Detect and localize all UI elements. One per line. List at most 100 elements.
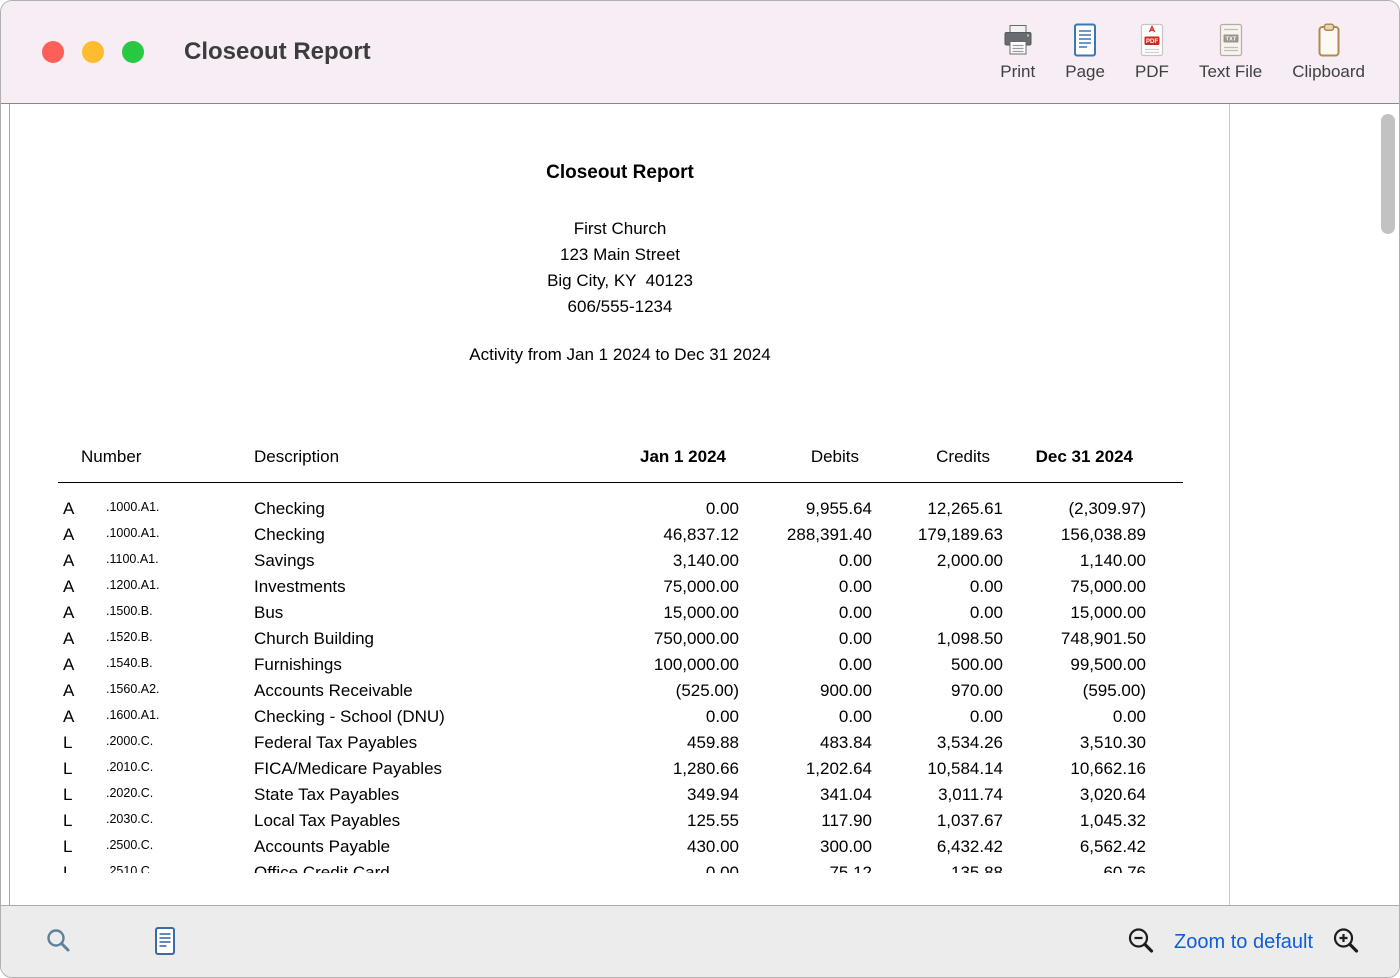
table-row: A.1520.B.Church Building750,000.000.001,… bbox=[58, 626, 1183, 652]
cell-description: Checking bbox=[254, 525, 549, 545]
text-file-button[interactable]: TXT Text File bbox=[1199, 23, 1262, 82]
page-button[interactable]: Page bbox=[1065, 23, 1105, 82]
cell-debits: 0.00 bbox=[739, 551, 872, 571]
cell-credits: 2,000.00 bbox=[872, 551, 1003, 571]
page-right-edge bbox=[1229, 104, 1230, 905]
cell-account-number: .1000.A1. bbox=[106, 526, 254, 540]
cell-account-type: A bbox=[58, 629, 106, 649]
cell-account-number: .1000.A1. bbox=[106, 500, 254, 514]
cell-credits: 3,011.74 bbox=[872, 785, 1003, 805]
cell-credits: 3,534.26 bbox=[872, 733, 1003, 753]
cell-debits: 300.00 bbox=[739, 837, 872, 857]
cell-description: Checking bbox=[254, 499, 549, 519]
report-address-city: Big City, KY 40123 bbox=[10, 268, 1230, 294]
scrollbar-thumb[interactable] bbox=[1381, 114, 1395, 234]
cell-debits: 0.00 bbox=[739, 577, 872, 597]
cell-end-balance: 1,045.32 bbox=[1003, 811, 1146, 831]
maximize-button[interactable] bbox=[122, 41, 144, 63]
cell-description: Bus bbox=[254, 603, 549, 623]
cell-begin-balance: 750,000.00 bbox=[549, 629, 739, 649]
table-row: A.1100.A1.Savings3,140.000.002,000.001,1… bbox=[58, 548, 1183, 574]
table-row: A.1560.A2.Accounts Receivable(525.00)900… bbox=[58, 678, 1183, 704]
report-activity-range: Activity from Jan 1 2024 to Dec 31 2024 bbox=[10, 342, 1230, 368]
table-row: L.2010.C.FICA/Medicare Payables1,280.661… bbox=[58, 756, 1183, 782]
cell-description: Investments bbox=[254, 577, 549, 597]
search-icon bbox=[44, 927, 72, 958]
cell-credits: 970.00 bbox=[872, 681, 1003, 701]
cell-account-type: A bbox=[58, 551, 106, 571]
cell-account-type: L bbox=[58, 733, 106, 753]
cell-begin-balance: 0.00 bbox=[549, 707, 739, 727]
cell-end-balance: 748,901.50 bbox=[1003, 629, 1146, 649]
pdf-icon: PDF bbox=[1135, 23, 1169, 57]
cell-begin-balance: 349.94 bbox=[549, 785, 739, 805]
search-button[interactable] bbox=[44, 927, 72, 958]
cell-begin-balance: 75,000.00 bbox=[549, 577, 739, 597]
clipboard-button[interactable]: Clipboard bbox=[1292, 23, 1365, 82]
cell-begin-balance: (525.00) bbox=[549, 681, 739, 701]
cell-description: Office Credit Card bbox=[254, 863, 549, 873]
zoom-in-button[interactable] bbox=[1331, 926, 1361, 959]
cell-end-balance: 1,140.00 bbox=[1003, 551, 1146, 571]
report-options-button[interactable] bbox=[150, 926, 180, 959]
cell-account-type: A bbox=[58, 577, 106, 597]
cell-begin-balance: 0.00 bbox=[549, 863, 739, 873]
titlebar: Closeout Report Print bbox=[1, 1, 1399, 103]
cell-credits: 10,584.14 bbox=[872, 759, 1003, 779]
report-address-block: First Church 123 Main Street Big City, K… bbox=[10, 216, 1230, 320]
cell-debits: 75.12 bbox=[739, 863, 872, 873]
report-org-name: First Church bbox=[10, 216, 1230, 242]
cell-account-type: L bbox=[58, 785, 106, 805]
col-header-debits: Debits bbox=[739, 447, 872, 467]
cell-credits: 1,098.50 bbox=[872, 629, 1003, 649]
cell-account-number: .2500.C. bbox=[106, 838, 254, 852]
cell-credits: 500.00 bbox=[872, 655, 1003, 675]
cell-begin-balance: 100,000.00 bbox=[549, 655, 739, 675]
cell-credits: 135.88 bbox=[872, 863, 1003, 873]
cell-begin-balance: 430.00 bbox=[549, 837, 739, 857]
table-row: L.2500.C.Accounts Payable430.00300.006,4… bbox=[58, 834, 1183, 860]
report-table-body: A.1000.A1.Checking0.009,955.6412,265.61(… bbox=[58, 483, 1183, 873]
zoom-to-default-button[interactable]: Zoom to default bbox=[1174, 931, 1313, 954]
cell-description: State Tax Payables bbox=[254, 785, 549, 805]
pdf-button-label: PDF bbox=[1135, 62, 1169, 82]
cell-account-number: .2020.C. bbox=[106, 786, 254, 800]
cell-end-balance: 75,000.00 bbox=[1003, 577, 1146, 597]
zoom-out-button[interactable] bbox=[1126, 926, 1156, 959]
cell-end-balance: (595.00) bbox=[1003, 681, 1146, 701]
col-header-number: Number bbox=[58, 447, 254, 467]
cell-begin-balance: 15,000.00 bbox=[549, 603, 739, 623]
cell-end-balance: 99,500.00 bbox=[1003, 655, 1146, 675]
cell-credits: 179,189.63 bbox=[872, 525, 1003, 545]
cell-account-type: A bbox=[58, 525, 106, 545]
text-file-button-label: Text File bbox=[1199, 62, 1262, 82]
vertical-scrollbar[interactable] bbox=[1379, 108, 1397, 898]
clipboard-icon bbox=[1312, 23, 1346, 57]
minimize-button[interactable] bbox=[82, 41, 104, 63]
table-row: L.2000.C.Federal Tax Payables459.88483.8… bbox=[58, 730, 1183, 756]
pdf-button[interactable]: PDF PDF bbox=[1135, 23, 1169, 82]
close-button[interactable] bbox=[42, 41, 64, 63]
report-title: Closeout Report bbox=[10, 162, 1230, 184]
cell-description: FICA/Medicare Payables bbox=[254, 759, 549, 779]
cell-description: Furnishings bbox=[254, 655, 549, 675]
cell-end-balance: 10,662.16 bbox=[1003, 759, 1146, 779]
cell-description: Accounts Receivable bbox=[254, 681, 549, 701]
printer-icon bbox=[1001, 23, 1035, 57]
cell-description: Church Building bbox=[254, 629, 549, 649]
toolbar: Print Page bbox=[1000, 23, 1399, 82]
table-row: A.1200.A1.Investments75,000.000.000.0075… bbox=[58, 574, 1183, 600]
cell-begin-balance: 459.88 bbox=[549, 733, 739, 753]
print-button[interactable]: Print bbox=[1000, 23, 1035, 82]
cell-account-number: .2510.C. bbox=[106, 864, 254, 873]
cell-account-type: A bbox=[58, 655, 106, 675]
table-row: A.1540.B.Furnishings100,000.000.00500.00… bbox=[58, 652, 1183, 678]
cell-debits: 1,202.64 bbox=[739, 759, 872, 779]
cell-end-balance: 3,510.30 bbox=[1003, 733, 1146, 753]
cell-debits: 0.00 bbox=[739, 603, 872, 623]
svg-text:TXT: TXT bbox=[1225, 36, 1236, 42]
zoom-out-icon bbox=[1126, 926, 1156, 959]
cell-description: Accounts Payable bbox=[254, 837, 549, 857]
cell-account-number: .1520.B. bbox=[106, 630, 254, 644]
col-header-end-balance: Dec 31 2024 bbox=[1003, 447, 1146, 467]
